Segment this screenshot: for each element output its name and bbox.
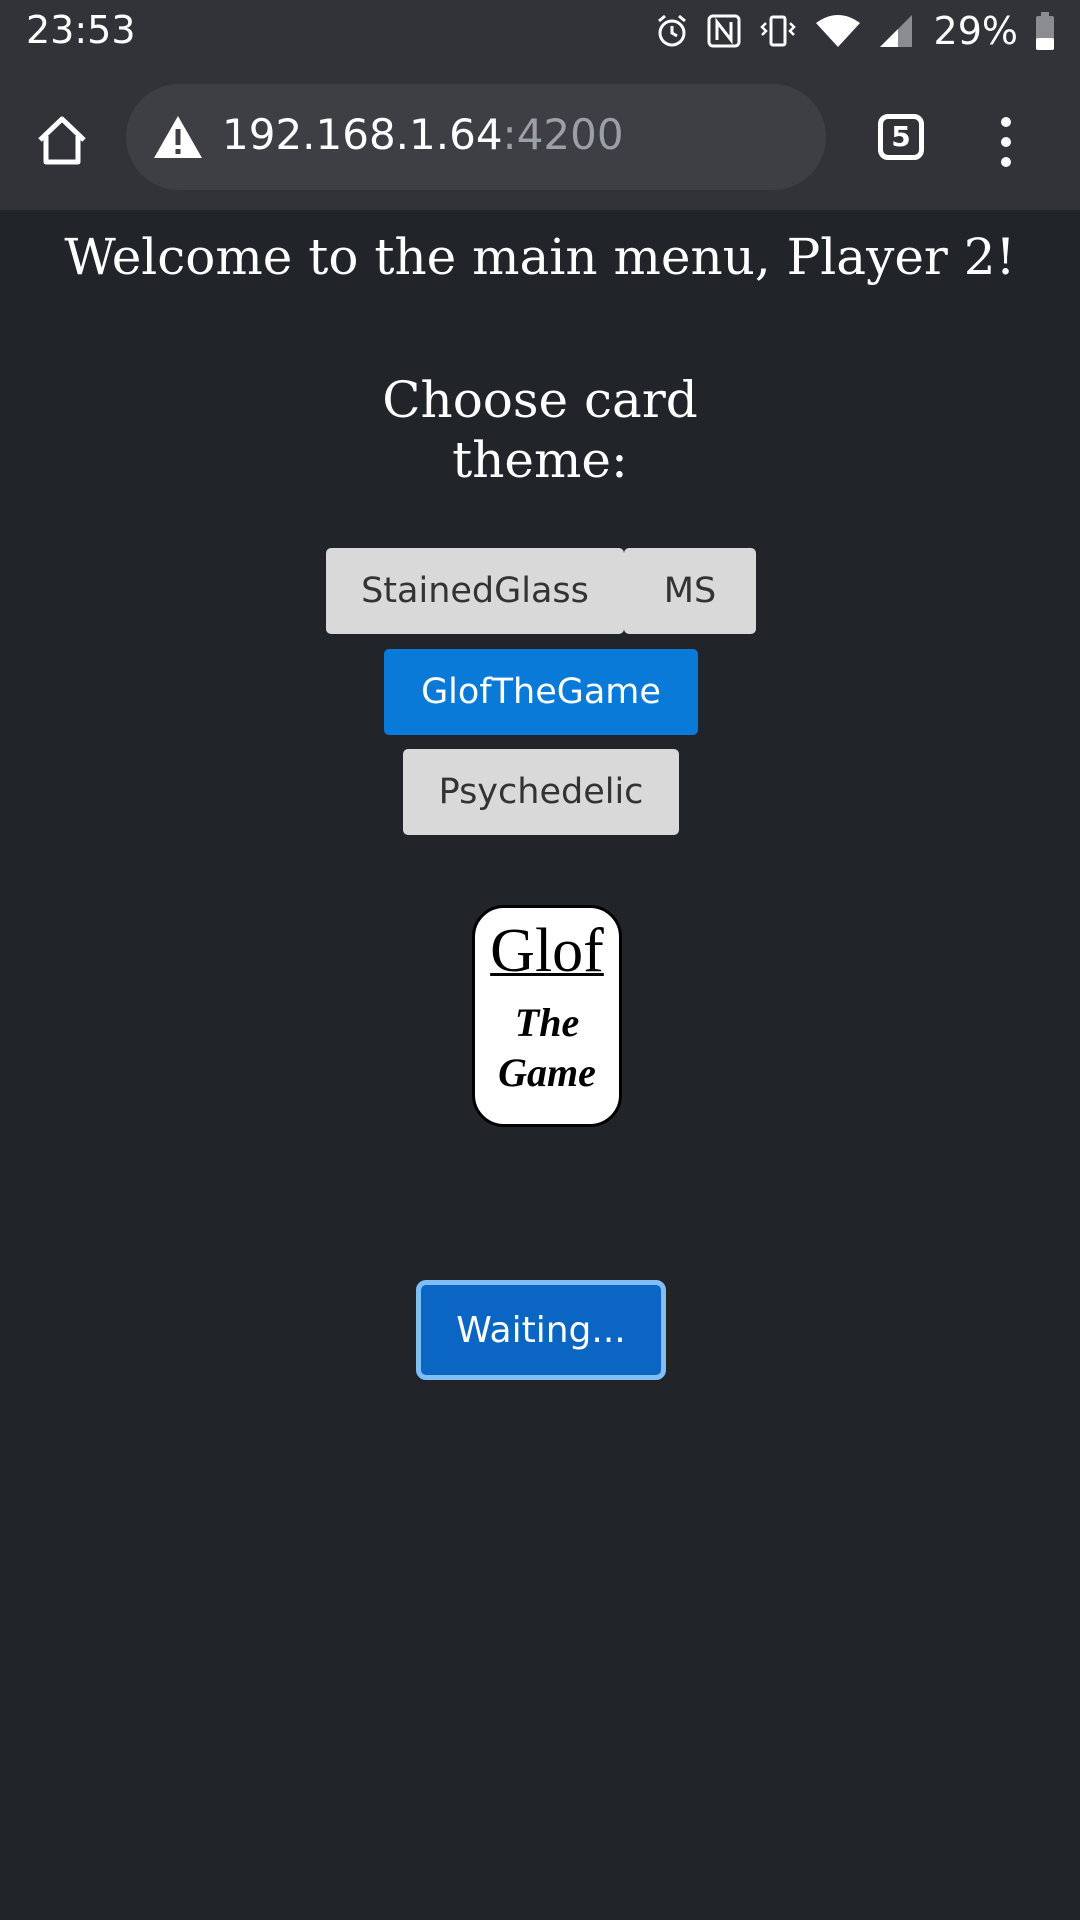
overflow-menu-icon[interactable] — [994, 112, 1018, 172]
battery-percent: 29% — [933, 9, 1018, 53]
wifi-icon — [815, 15, 860, 47]
alarm-icon — [657, 14, 686, 47]
signal-icon — [879, 15, 912, 47]
home-icon[interactable] — [34, 112, 90, 168]
theme-button-stainedglass[interactable]: StainedGlass — [326, 548, 624, 634]
url-host: 192.168.1.64 — [222, 110, 503, 159]
warning-icon[interactable] — [152, 114, 204, 160]
choose-theme-line2: theme: — [452, 431, 628, 489]
theme-button-ms[interactable]: MS — [624, 548, 756, 634]
waiting-button[interactable]: Waiting... — [416, 1280, 666, 1380]
tabs-button[interactable]: 5 — [878, 114, 924, 160]
theme-button-glofthegame[interactable]: GlofTheGame — [384, 649, 698, 735]
card-back-preview: Glof The Game — [472, 905, 622, 1127]
vibrate-icon — [759, 15, 796, 47]
card-preview-line2: The — [514, 1000, 580, 1045]
status-icons: 29% — [654, 8, 1056, 54]
theme-button-psychedelic[interactable]: Psychedelic — [403, 749, 679, 835]
browser-toolbar: 192.168.1.64:4200 5 — [0, 62, 1080, 210]
choose-theme-line1: Choose card — [382, 371, 698, 429]
nfc-icon — [707, 14, 741, 48]
choose-theme-heading: Choose card theme: — [340, 370, 740, 490]
url-port: :4200 — [502, 110, 624, 159]
status-bar: 23:53 29% — [0, 0, 1080, 62]
battery-icon — [1036, 12, 1054, 50]
tab-count: 5 — [891, 120, 911, 153]
status-time: 23:53 — [26, 8, 136, 52]
url-text[interactable]: 192.168.1.64:4200 — [222, 110, 624, 159]
card-preview-title: Glof — [490, 917, 604, 985]
welcome-heading: Welcome to the main menu, Player 2! — [64, 228, 1016, 286]
address-bar[interactable]: 192.168.1.64:4200 — [126, 84, 826, 190]
card-preview-line3: Game — [498, 1050, 596, 1095]
